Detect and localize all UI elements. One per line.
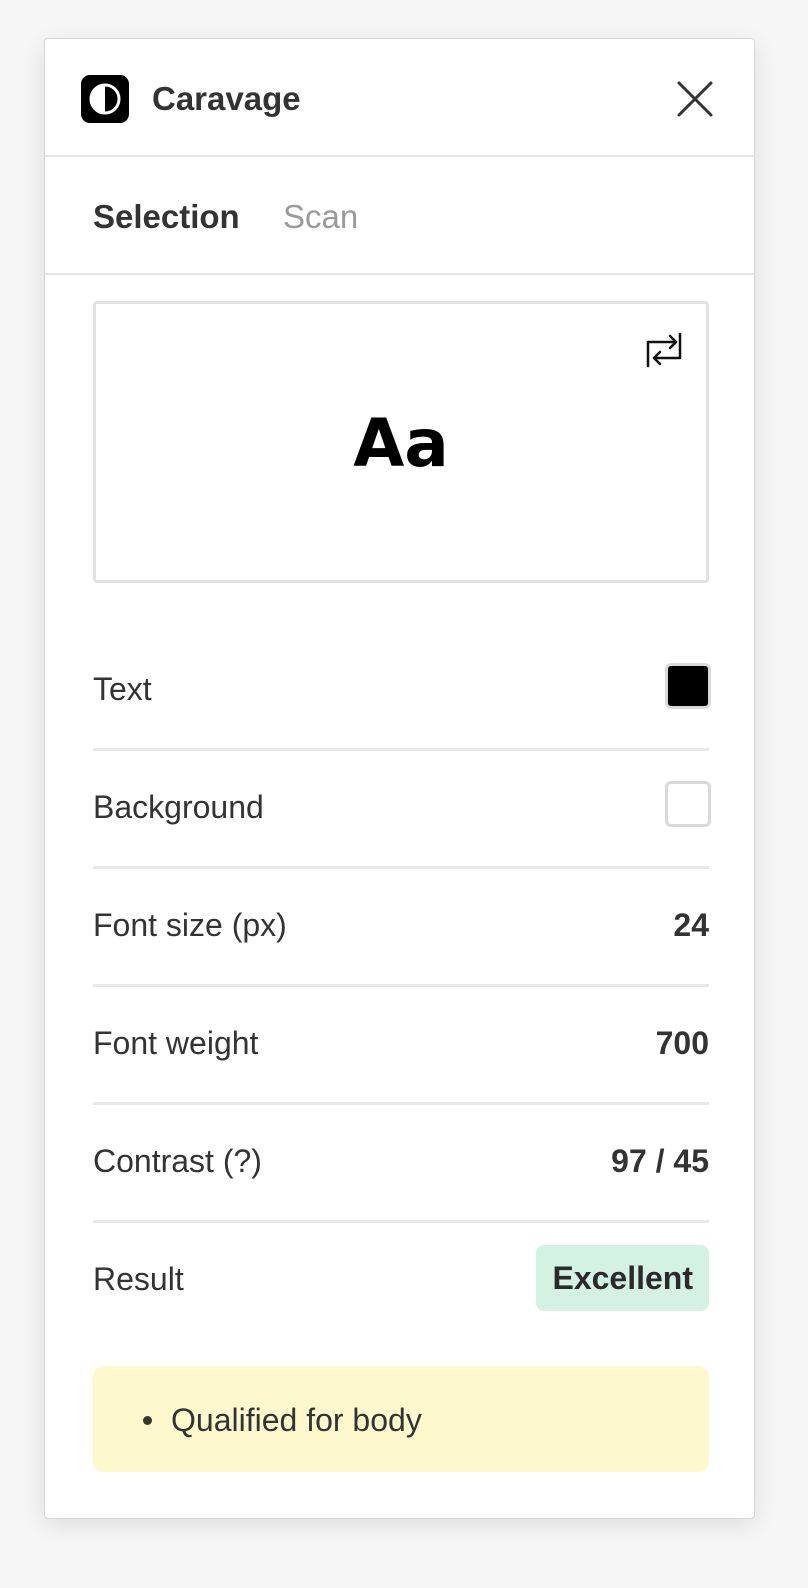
app-title: Caravage — [152, 80, 301, 117]
swap-arrows-icon[interactable] — [642, 328, 686, 372]
result-label: Result — [93, 1261, 184, 1297]
background-color-row: Background — [93, 751, 711, 869]
background-color-label: Background — [93, 789, 264, 825]
contrast-label[interactable]: Contrast (?) — [93, 1139, 262, 1183]
qualification-list: Qualified for body — [93, 1366, 709, 1438]
tab-selection[interactable]: Selection — [93, 195, 240, 239]
header: Caravage — [45, 39, 754, 157]
background-color-swatch[interactable] — [665, 781, 711, 827]
plugin-panel: Caravage Selection Scan Aa Text Backgrou… — [44, 38, 755, 1519]
preview-sample-text: Aa — [353, 405, 449, 482]
close-icon[interactable] — [675, 79, 715, 119]
font-weight-row: Font weight 700 — [93, 987, 709, 1105]
font-weight-value: 700 — [655, 1025, 709, 1061]
font-weight-label: Font weight — [93, 1025, 259, 1061]
half-circle-logo-icon — [81, 75, 129, 123]
text-color-swatch[interactable] — [665, 663, 711, 709]
result-row: Result Excellent — [93, 1223, 709, 1341]
font-size-label: Font size (px) — [93, 907, 287, 943]
font-size-row: Font size (px) 24 — [93, 869, 709, 987]
result-badge: Excellent — [536, 1245, 709, 1311]
text-color-row: Text — [93, 633, 711, 751]
tab-bar: Selection Scan — [45, 157, 754, 275]
contrast-preview: Aa — [93, 301, 709, 583]
contrast-row: Contrast (?) 97 / 45 — [93, 1105, 709, 1223]
list-item: Qualified for body — [143, 1398, 709, 1442]
qualification-note: Qualified for body — [93, 1366, 709, 1472]
text-color-label: Text — [93, 671, 152, 707]
contrast-value: 97 / 45 — [611, 1143, 709, 1179]
font-size-value: 24 — [673, 907, 709, 943]
tab-scan[interactable]: Scan — [283, 195, 358, 239]
